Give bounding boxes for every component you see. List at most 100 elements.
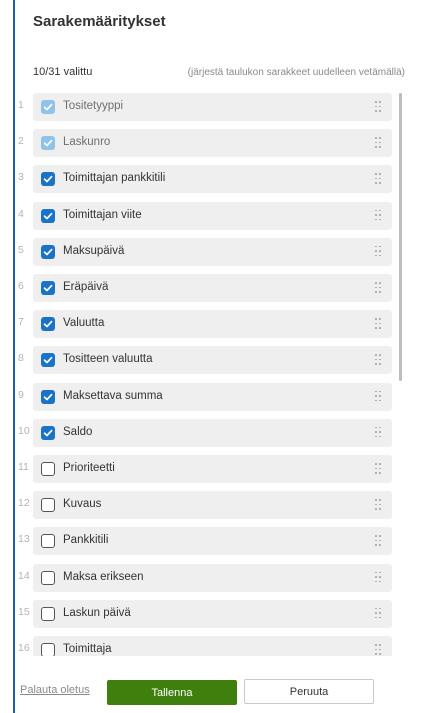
restore-defaults-link[interactable]: Palauta oletus (20, 684, 90, 696)
drag-handle-icon[interactable] (375, 354, 382, 365)
column-checkbox[interactable] (41, 353, 55, 368)
drag-handle-icon[interactable] (375, 137, 382, 148)
column-item[interactable]: Toimittajan viite (33, 201, 392, 230)
column-checkbox[interactable] (41, 425, 55, 440)
column-label: Maksettava summa (63, 389, 163, 402)
row-number: 6 (18, 280, 24, 292)
drag-handle-icon[interactable] (375, 426, 382, 438)
checkmark-icon (43, 176, 53, 183)
drag-handle-icon[interactable] (375, 390, 382, 402)
column-checkbox (41, 136, 55, 151)
row-number: 11 (18, 461, 29, 473)
row-number: 10 (18, 424, 30, 437)
column-label: Toimittajan viite (63, 208, 142, 221)
column-checkbox[interactable] (41, 281, 55, 295)
column-label: Pankkitili (63, 534, 109, 547)
column-item[interactable]: Pankkitili (33, 527, 392, 556)
column-checkbox[interactable] (41, 498, 55, 513)
column-settings-panel: Sarakemääritykset 10/31 valittu (järjest… (0, 0, 425, 713)
column-item[interactable]: Toimittajan pankkitili (33, 165, 392, 194)
column-row: 1 Tositetyyppi (0, 90, 400, 126)
column-item[interactable]: Kuvaus (33, 491, 392, 520)
column-row: 2 Laskunro (0, 126, 400, 162)
column-item[interactable]: Toimittaja (33, 636, 392, 656)
column-label: Toimittajan pankkitili (63, 172, 166, 185)
column-label: Eräpäivä (63, 281, 109, 293)
drag-handle-icon[interactable] (375, 499, 382, 510)
column-row: 4 Toimittajan viite (0, 199, 400, 235)
checkmark-icon (43, 357, 53, 364)
selection-count: 10/31 valittu (33, 66, 93, 78)
column-list[interactable]: 1 Tositetyyppi 2 Laskunro 3 Toimittajan pankk… (0, 90, 425, 656)
column-row: 14 Maksa erikseen (0, 561, 400, 597)
row-number: 5 (18, 243, 24, 256)
column-row: 6 Eräpäivä (0, 271, 400, 307)
checkmark-icon (43, 393, 53, 400)
row-number: 13 (18, 533, 30, 546)
row-number: 2 (18, 135, 24, 148)
column-row: 10 Saldo (0, 416, 400, 452)
column-label: Maksupäivä (63, 244, 125, 257)
list-subheader: 10/31 valittu (järjestä taulukon sarakke… (33, 66, 405, 82)
checkmark-icon (43, 103, 53, 111)
column-checkbox[interactable] (41, 534, 55, 549)
column-row: 12 Kuvaus (0, 488, 400, 524)
column-row: 5 Maksupäivä (0, 235, 400, 271)
column-label: Valuutta (63, 317, 105, 330)
panel-title: Sarakemääritykset (33, 13, 166, 30)
drag-handle-icon[interactable] (375, 607, 382, 619)
scrollbar[interactable] (399, 93, 402, 381)
checkmark-icon (43, 284, 53, 292)
column-label: Toimittaja (63, 643, 112, 655)
column-row: 15 Laskun päivä (0, 597, 400, 633)
column-label: Tositetyyppi (63, 100, 124, 112)
column-checkbox[interactable] (41, 389, 55, 404)
column-checkbox[interactable] (41, 606, 55, 621)
row-number: 15 (18, 605, 30, 618)
column-item[interactable]: Maksa erikseen (33, 563, 392, 592)
column-label: Tositteen valuutta (63, 353, 153, 366)
column-checkbox[interactable] (41, 570, 55, 585)
drag-handle-icon[interactable] (375, 245, 382, 257)
reorder-hint: (järjestä taulukon sarakkeet uudelleen v… (187, 67, 405, 78)
column-item[interactable]: Maksettava summa (33, 382, 392, 411)
row-number: 7 (18, 316, 24, 329)
drag-handle-icon[interactable] (375, 318, 382, 329)
column-item[interactable]: Tositteen valuutta (33, 346, 392, 375)
drag-handle-icon[interactable] (375, 282, 382, 293)
column-checkbox[interactable] (41, 317, 55, 332)
column-label: Maksa erikseen (63, 570, 144, 583)
drag-handle-icon[interactable] (375, 644, 382, 655)
column-checkbox[interactable] (41, 172, 55, 187)
column-item[interactable]: Saldo (33, 418, 392, 447)
column-item[interactable]: Laskun päivä (33, 599, 392, 628)
drag-handle-icon[interactable] (375, 463, 382, 474)
column-item[interactable]: Eräpäivä (33, 274, 392, 302)
save-button[interactable]: Tallenna (107, 680, 237, 705)
column-item[interactable]: Prioriteetti (33, 455, 392, 483)
drag-handle-icon[interactable] (375, 209, 382, 221)
column-item[interactable]: Tositetyyppi (33, 93, 392, 121)
column-row: 3 Toimittajan pankkitili (0, 162, 400, 198)
column-label: Kuvaus (63, 498, 102, 511)
column-item[interactable]: Maksupäivä (33, 237, 392, 266)
column-item[interactable]: Laskunro (33, 129, 392, 158)
drag-handle-icon[interactable] (375, 101, 382, 112)
checkmark-icon (43, 212, 53, 219)
column-item[interactable]: Valuutta (33, 310, 392, 339)
cancel-button[interactable]: Peruuta (244, 679, 374, 704)
column-checkbox[interactable] (41, 208, 55, 223)
drag-handle-icon[interactable] (375, 173, 382, 184)
column-checkbox[interactable] (41, 244, 55, 259)
column-row: 9 Maksettava summa (0, 380, 400, 416)
column-checkbox[interactable] (41, 462, 55, 476)
row-number: 12 (18, 497, 30, 510)
column-row: 7 Valuutta (0, 307, 400, 343)
column-checkbox[interactable] (41, 643, 55, 656)
drag-handle-icon[interactable] (375, 535, 382, 546)
column-row: 11 Prioriteetti (0, 452, 400, 488)
column-row: 8 Tositteen valuutta (0, 343, 400, 379)
column-row: 16 Toimittaja (0, 633, 400, 656)
drag-handle-icon[interactable] (375, 571, 382, 583)
row-number: 1 (18, 99, 24, 111)
